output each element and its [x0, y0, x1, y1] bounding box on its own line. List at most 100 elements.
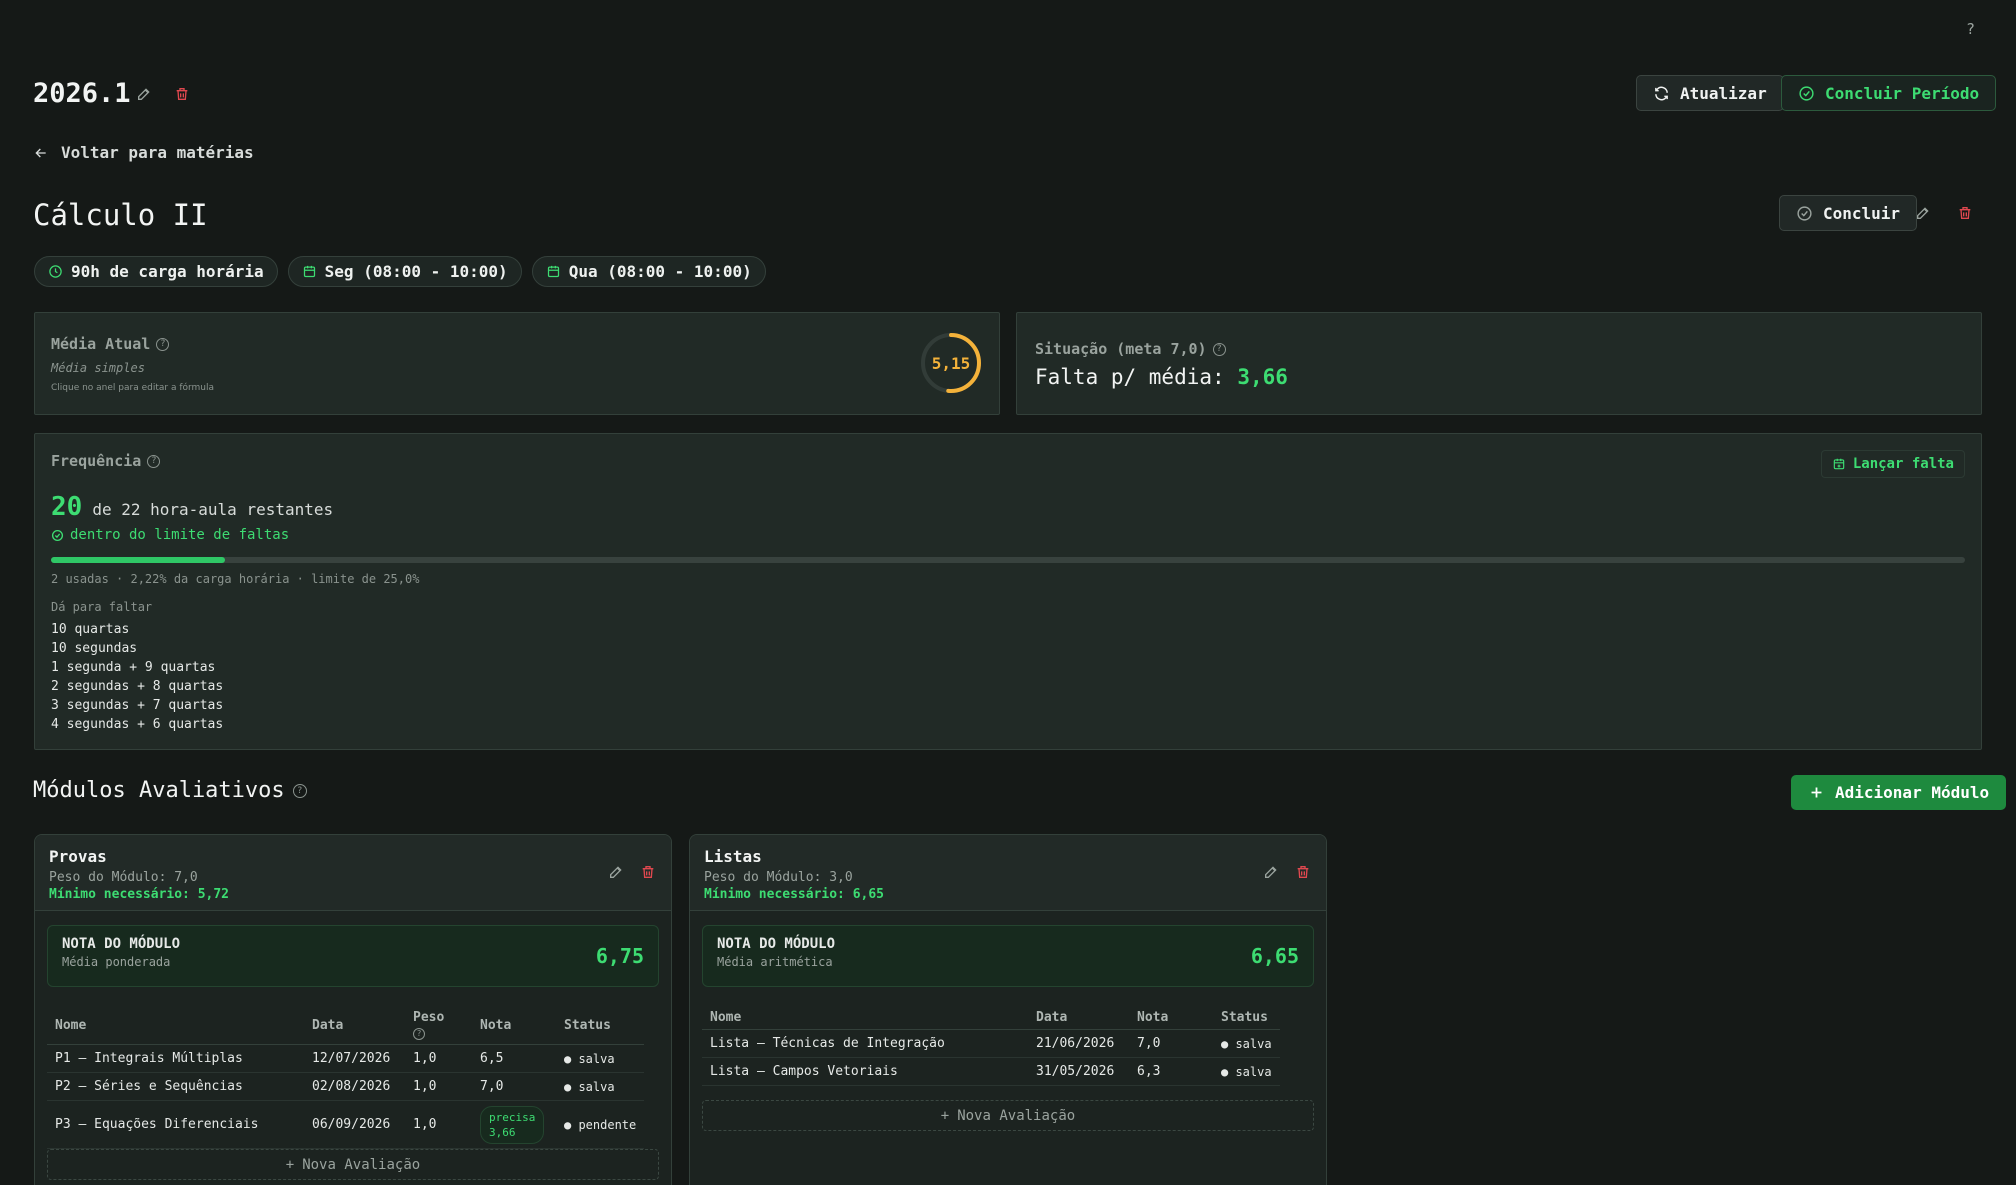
average-value: 5,15	[931, 353, 971, 373]
subject-chips: 90h de carga horária Seg (08:00 - 10:00)…	[34, 256, 766, 287]
plus-icon: +	[940, 1107, 950, 1124]
refresh-button[interactable]: Atualizar	[1636, 75, 1784, 111]
table-row[interactable]: Lista — Técnicas de Integração 21/06/202…	[702, 1029, 1280, 1058]
remaining-text: de 22 hora-aula restantes	[92, 500, 334, 519]
trash-icon	[1297, 866, 1309, 878]
eval-status: ● salva	[556, 1044, 645, 1073]
module-name: Provas	[49, 847, 107, 866]
module-note-value: 6,75	[595, 944, 644, 968]
refresh-icon	[1655, 86, 1668, 100]
eval-grade[interactable]: precisa 3,66	[472, 1100, 556, 1149]
eval-status: ● salva	[1213, 1057, 1280, 1086]
eval-grade[interactable]: 6,5	[472, 1044, 556, 1073]
new-evaluation-button[interactable]: + Nova Avaliação	[47, 1149, 659, 1180]
average-label: Média Atual ?	[51, 335, 170, 353]
table-header-row: Nome Data Nota Status	[702, 1006, 1280, 1030]
eval-name: P2 — Séries e Sequências	[47, 1072, 304, 1101]
edit-period-button[interactable]	[133, 83, 155, 105]
table-row[interactable]: Lista — Campos Vetoriais 31/05/2026 6,3 …	[702, 1057, 1280, 1086]
delete-module-button[interactable]	[637, 861, 659, 883]
help-icon[interactable]: ?	[156, 337, 170, 351]
table-row[interactable]: P3 — Equações Diferenciais 06/09/2026 1,…	[47, 1100, 645, 1149]
delete-module-button[interactable]	[1292, 861, 1314, 883]
module-minimum: Mínimo necessário: 5,72	[49, 887, 230, 902]
help-icon[interactable]: ?	[147, 454, 161, 468]
chip-schedule-monday: Seg (08:00 - 10:00)	[287, 256, 522, 287]
edit-subject-button[interactable]	[1912, 202, 1934, 224]
average-formula: Média simples	[51, 361, 145, 375]
eval-date: 12/07/2026	[304, 1044, 405, 1073]
module-card-listas: Listas Peso do Módulo: 3,0 Mínimo necess…	[689, 834, 1327, 1185]
table-header-row: Nome Data Peso ? Nota Status	[47, 1006, 645, 1045]
module-note-method: Média aritmética	[717, 955, 833, 969]
module-note: NOTA DO MÓDULO Média aritmética 6,65	[702, 925, 1314, 987]
module-note-value: 6,65	[1250, 944, 1299, 968]
conclude-period-button[interactable]: Concluir Período	[1781, 75, 1997, 111]
calendar-icon	[303, 265, 315, 278]
clock-icon	[49, 265, 62, 278]
module-header: Provas Peso do Módulo: 7,0 Mínimo necess…	[35, 835, 671, 911]
can-miss-option: 1 segunda + 9 quartas	[51, 660, 216, 675]
add-module-button[interactable]: Adicionar Módulo	[1791, 775, 2007, 810]
eval-name: P3 — Equações Diferenciais	[47, 1100, 304, 1149]
refresh-label: Atualizar	[1680, 83, 1767, 103]
back-to-subjects-link[interactable]: Voltar para matérias	[33, 143, 254, 162]
help-icon[interactable]: ?	[292, 783, 307, 798]
eval-weight: 1,0	[405, 1044, 472, 1073]
can-miss-option: 10 segundas	[51, 641, 138, 656]
average-card: Média Atual ? Média simples Clique no an…	[34, 312, 1000, 415]
module-card-provas: Provas Peso do Módulo: 7,0 Mínimo necess…	[34, 834, 672, 1185]
edit-module-button[interactable]	[605, 861, 627, 883]
eval-name: Lista — Campos Vetoriais	[702, 1057, 1028, 1086]
table-row[interactable]: P1 — Integrais Múltiplas 12/07/2026 1,0 …	[47, 1044, 645, 1073]
average-label-text: Média Atual	[51, 335, 151, 353]
table-row[interactable]: P2 — Séries e Sequências 02/08/2026 1,0 …	[47, 1072, 645, 1101]
chip-workload: 90h de carga horária	[34, 256, 278, 287]
col-weight: Peso ?	[405, 1006, 472, 1045]
trash-icon	[642, 866, 654, 878]
eval-status: ● salva	[1213, 1029, 1280, 1058]
frequency-progress-fill	[51, 557, 225, 563]
eval-weight: 1,0	[405, 1100, 472, 1149]
back-label: Voltar para matérias	[61, 143, 254, 162]
eval-status: ● salva	[556, 1072, 645, 1101]
eval-weight: 1,0	[405, 1072, 472, 1101]
col-date: Data	[1028, 1006, 1129, 1030]
conclude-subject-button[interactable]: Concluir	[1779, 195, 1918, 231]
help-icon[interactable]: ?	[413, 1027, 425, 1040]
eval-grade[interactable]: 6,3	[1129, 1057, 1213, 1086]
frequency-status: dentro do limite de faltas	[51, 527, 289, 543]
new-evaluation-button[interactable]: + Nova Avaliação	[702, 1100, 1314, 1131]
help-icon[interactable]: ?	[1212, 342, 1226, 356]
frequency-progress-bar	[51, 557, 1965, 563]
delete-subject-button[interactable]	[1954, 202, 1976, 224]
edit-module-button[interactable]	[1260, 861, 1282, 883]
situation-label-text: Situação (meta 7,0)	[1035, 340, 1207, 358]
subject-title: Cálculo II	[33, 198, 208, 232]
can-miss-option: 3 segundas + 7 quartas	[51, 698, 224, 713]
average-hint: Clique no anel para editar a fórmula	[51, 383, 215, 393]
frequency-status-text: dentro do limite de faltas	[70, 527, 290, 543]
needed-grade-pill: precisa 3,66	[480, 1105, 544, 1144]
can-miss-option: 10 quartas	[51, 622, 130, 637]
eval-grade[interactable]: 7,0	[1129, 1029, 1213, 1058]
add-absence-button[interactable]: Lançar falta	[1820, 450, 1965, 478]
modules-title: Módulos Avaliativos ?	[33, 778, 307, 803]
calendar-plus-icon	[1833, 458, 1845, 470]
eval-grade[interactable]: 7,0	[472, 1072, 556, 1101]
col-status: Status	[1213, 1006, 1280, 1030]
situation-value: 3,66	[1237, 365, 1288, 389]
module-weight: Peso do Módulo: 3,0	[704, 870, 853, 885]
pencil-icon	[138, 88, 150, 100]
evaluations-table: Nome Data Nota Status Lista — Técnicas d…	[702, 1006, 1280, 1086]
delete-period-button[interactable]	[171, 83, 193, 105]
average-ring[interactable]: 5,15	[919, 331, 983, 395]
eval-name: Lista — Técnicas de Integração	[702, 1029, 1028, 1058]
help-button[interactable]: ?	[1966, 20, 1975, 38]
chip-label: Qua (08:00 - 10:00)	[568, 262, 752, 281]
trash-icon	[1959, 207, 1971, 219]
module-header: Listas Peso do Módulo: 3,0 Mínimo necess…	[690, 835, 1326, 911]
conclude-period-label: Concluir Período	[1825, 83, 1980, 103]
plus-icon: +	[285, 1156, 295, 1173]
eval-date: 21/06/2026	[1028, 1029, 1129, 1058]
